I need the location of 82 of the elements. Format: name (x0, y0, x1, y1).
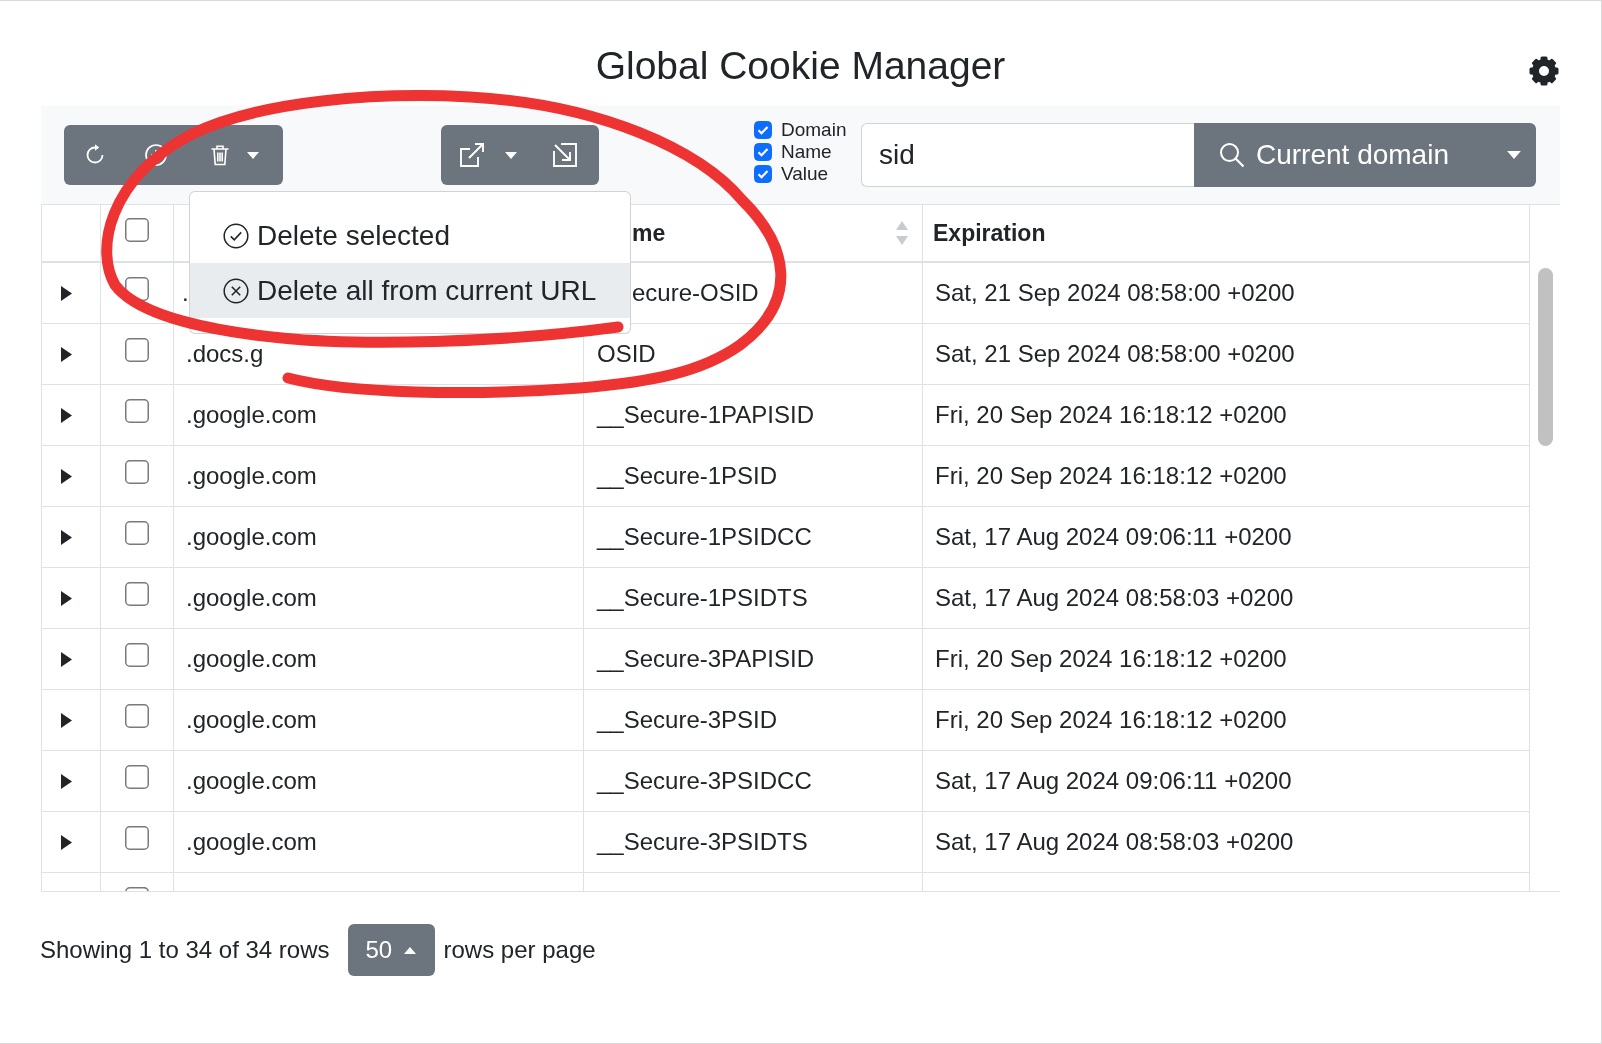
page-title: Global Cookie Manager (595, 43, 1006, 90)
caret-icon[interactable] (61, 651, 72, 667)
rows-summary: Showing 1 to 34 of 34 rows (40, 936, 330, 964)
scrollbar-thumb[interactable] (1538, 268, 1553, 446)
search-field[interactable]: sid (861, 123, 1194, 187)
box-arrow-out-icon (458, 141, 486, 169)
expiration-date: Fri, 20 Sep 2024 16:18:12 +0200 (935, 645, 1287, 673)
row-checkbox[interactable] (125, 704, 149, 728)
expiration-date: Sat, 21 Sep 2024 08:58:00 +0200 (935, 279, 1295, 307)
filter-label[interactable]: Domain (781, 119, 847, 141)
row-checkbox[interactable] (125, 460, 149, 484)
domain-text: .google.com (186, 645, 317, 673)
caret-icon (404, 946, 417, 954)
cookie-name: __Secure-1PSIDCC (597, 523, 812, 551)
search-icon (1219, 142, 1245, 168)
domain-text: .docs.g (186, 340, 264, 368)
filter-checkbox[interactable] (754, 143, 772, 161)
box-arrow-in-icon (551, 142, 578, 168)
domain-text: .google.com (186, 462, 317, 490)
delete-dropdown-button[interactable] (186, 125, 283, 185)
domain-text: .google.com (186, 584, 317, 612)
row-checkbox[interactable] (125, 338, 149, 362)
cookie-name: __Secure-1PSIDTS (597, 584, 808, 612)
caret-icon (247, 151, 259, 159)
domain-text: .google.com (186, 401, 317, 429)
caret-icon[interactable] (61, 468, 72, 484)
caret-icon[interactable] (61, 285, 72, 301)
cookie-name: __Secure-3PAPISID (597, 645, 814, 673)
plus-circle-icon (144, 143, 168, 167)
domain-text: .google.com (186, 828, 317, 856)
cookie-name: __Secure-1PAPISID (597, 401, 814, 429)
cookie-name: __Secure-3PSIDCC (597, 767, 812, 795)
page-size-button[interactable]: 50 (347, 924, 435, 976)
column-heading[interactable]: me (632, 219, 666, 247)
select-all-checkbox[interactable] (125, 218, 149, 242)
row-checkbox[interactable] (125, 765, 149, 789)
caret-icon[interactable] (61, 834, 72, 850)
column-heading[interactable]: Expiration (933, 219, 1046, 247)
refresh-button[interactable] (64, 125, 126, 185)
expiration-date: Fri, 20 Sep 2024 16:18:12 +0200 (935, 462, 1287, 490)
filter-checkbox[interactable] (754, 165, 772, 183)
cookie-name: __Secure-3PSIDTS (597, 828, 808, 856)
row-checkbox[interactable] (125, 582, 149, 606)
page-size-label: rows per page (443, 936, 596, 964)
domain-text: .google.com (186, 706, 317, 734)
caret-icon (1507, 151, 1521, 159)
export-dropdown-button[interactable] (441, 125, 530, 185)
expiration-date: Sat, 21 Sep 2024 08:58:00 +0200 (935, 340, 1295, 368)
cookie-name: __Secure-1PSID (597, 462, 778, 490)
caret-icon[interactable] (61, 590, 72, 606)
expiration-date: Fri, 20 Sep 2024 16:18:12 +0200 (935, 401, 1287, 429)
search-scope-button[interactable]: Current domain (1194, 123, 1536, 187)
expiration-date: Sat, 17 Aug 2024 09:06:11 +0200 (935, 523, 1292, 551)
settings-icon[interactable] (1528, 54, 1560, 87)
filter-label[interactable]: Name (781, 141, 832, 163)
domain-text: .google.com (186, 767, 317, 795)
expiration-date: Sat, 17 Aug 2024 08:58:03 +0200 (935, 828, 1294, 856)
cookie-name: OSID (597, 340, 656, 368)
row-checkbox[interactable] (125, 399, 149, 423)
caret-icon[interactable] (61, 773, 72, 789)
caret-icon[interactable] (61, 529, 72, 545)
caret-icon[interactable] (61, 346, 72, 362)
cookie-name: ecure-OSID (632, 279, 759, 307)
caret-icon[interactable] (61, 407, 72, 423)
filter-checkbox[interactable] (754, 121, 772, 139)
domain-text: .google.com (186, 523, 317, 551)
expiration-date: Sat, 17 Aug 2024 08:58:03 +0200 (935, 584, 1294, 612)
expiration-date: Fri, 20 Sep 2024 16:18:12 +0200 (935, 706, 1287, 734)
check-circle-icon (223, 222, 249, 249)
menu-item[interactable]: Delete all from current URL (190, 263, 630, 318)
menu-item[interactable]: Delete selected (190, 208, 630, 263)
cookie-name: __Secure-3PSID (597, 706, 778, 734)
expiration-date: Sat, 17 Aug 2024 09:06:11 +0200 (935, 767, 1292, 795)
row-checkbox[interactable] (125, 826, 149, 850)
filter-label[interactable]: Value (781, 163, 829, 185)
row-checkbox[interactable] (125, 521, 149, 545)
x-circle-icon (223, 277, 249, 304)
caret-icon (505, 151, 517, 159)
row-checkbox[interactable] (125, 643, 149, 667)
caret-icon[interactable] (61, 712, 72, 728)
domain-text: . (182, 279, 189, 307)
import-button[interactable] (530, 125, 599, 185)
